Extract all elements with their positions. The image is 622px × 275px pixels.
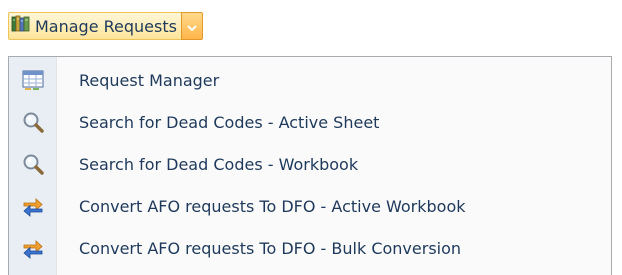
manage-requests-dropdown-arrow[interactable] bbox=[180, 12, 203, 40]
menu-item-convert-afo-active-workbook[interactable]: Convert AFO requests To DFO - Active Wor… bbox=[9, 185, 611, 227]
screen: Manage Requests Request Manager Search f… bbox=[0, 0, 622, 275]
manage-requests-button[interactable]: Manage Requests bbox=[8, 12, 181, 40]
manage-requests-label: Manage Requests bbox=[35, 16, 177, 36]
menu-item-search-dead-codes-workbook[interactable]: Search for Dead Codes - Workbook bbox=[9, 143, 611, 185]
menu-item-label: Convert AFO requests To DFO - Bulk Conve… bbox=[79, 238, 462, 258]
menu-item-label: Request Manager bbox=[79, 70, 220, 90]
swap-arrows-icon bbox=[9, 185, 57, 227]
menu-item-label: Search for Dead Codes - Workbook bbox=[79, 154, 359, 174]
swap-arrows-icon bbox=[9, 227, 57, 269]
menu-item-search-dead-codes-active-sheet[interactable]: Search for Dead Codes - Active Sheet bbox=[9, 101, 611, 143]
magnifier-icon bbox=[9, 143, 57, 185]
menu-item-request-manager[interactable]: Request Manager bbox=[9, 59, 611, 101]
menu-item-label: Convert AFO requests To DFO - Active Wor… bbox=[79, 196, 466, 216]
books-icon bbox=[11, 15, 31, 37]
chevron-down-icon bbox=[187, 17, 197, 36]
magnifier-icon bbox=[9, 101, 57, 143]
menu-item-convert-afo-bulk-conversion[interactable]: Convert AFO requests To DFO - Bulk Conve… bbox=[9, 227, 611, 269]
menu-list: Request Manager Search for Dead Codes - … bbox=[9, 59, 611, 269]
table-grid-icon bbox=[9, 59, 57, 101]
menu-item-label: Search for Dead Codes - Active Sheet bbox=[79, 112, 380, 132]
manage-requests-split-button[interactable]: Manage Requests bbox=[8, 12, 203, 40]
manage-requests-menu: Request Manager Search for Dead Codes - … bbox=[8, 56, 612, 275]
